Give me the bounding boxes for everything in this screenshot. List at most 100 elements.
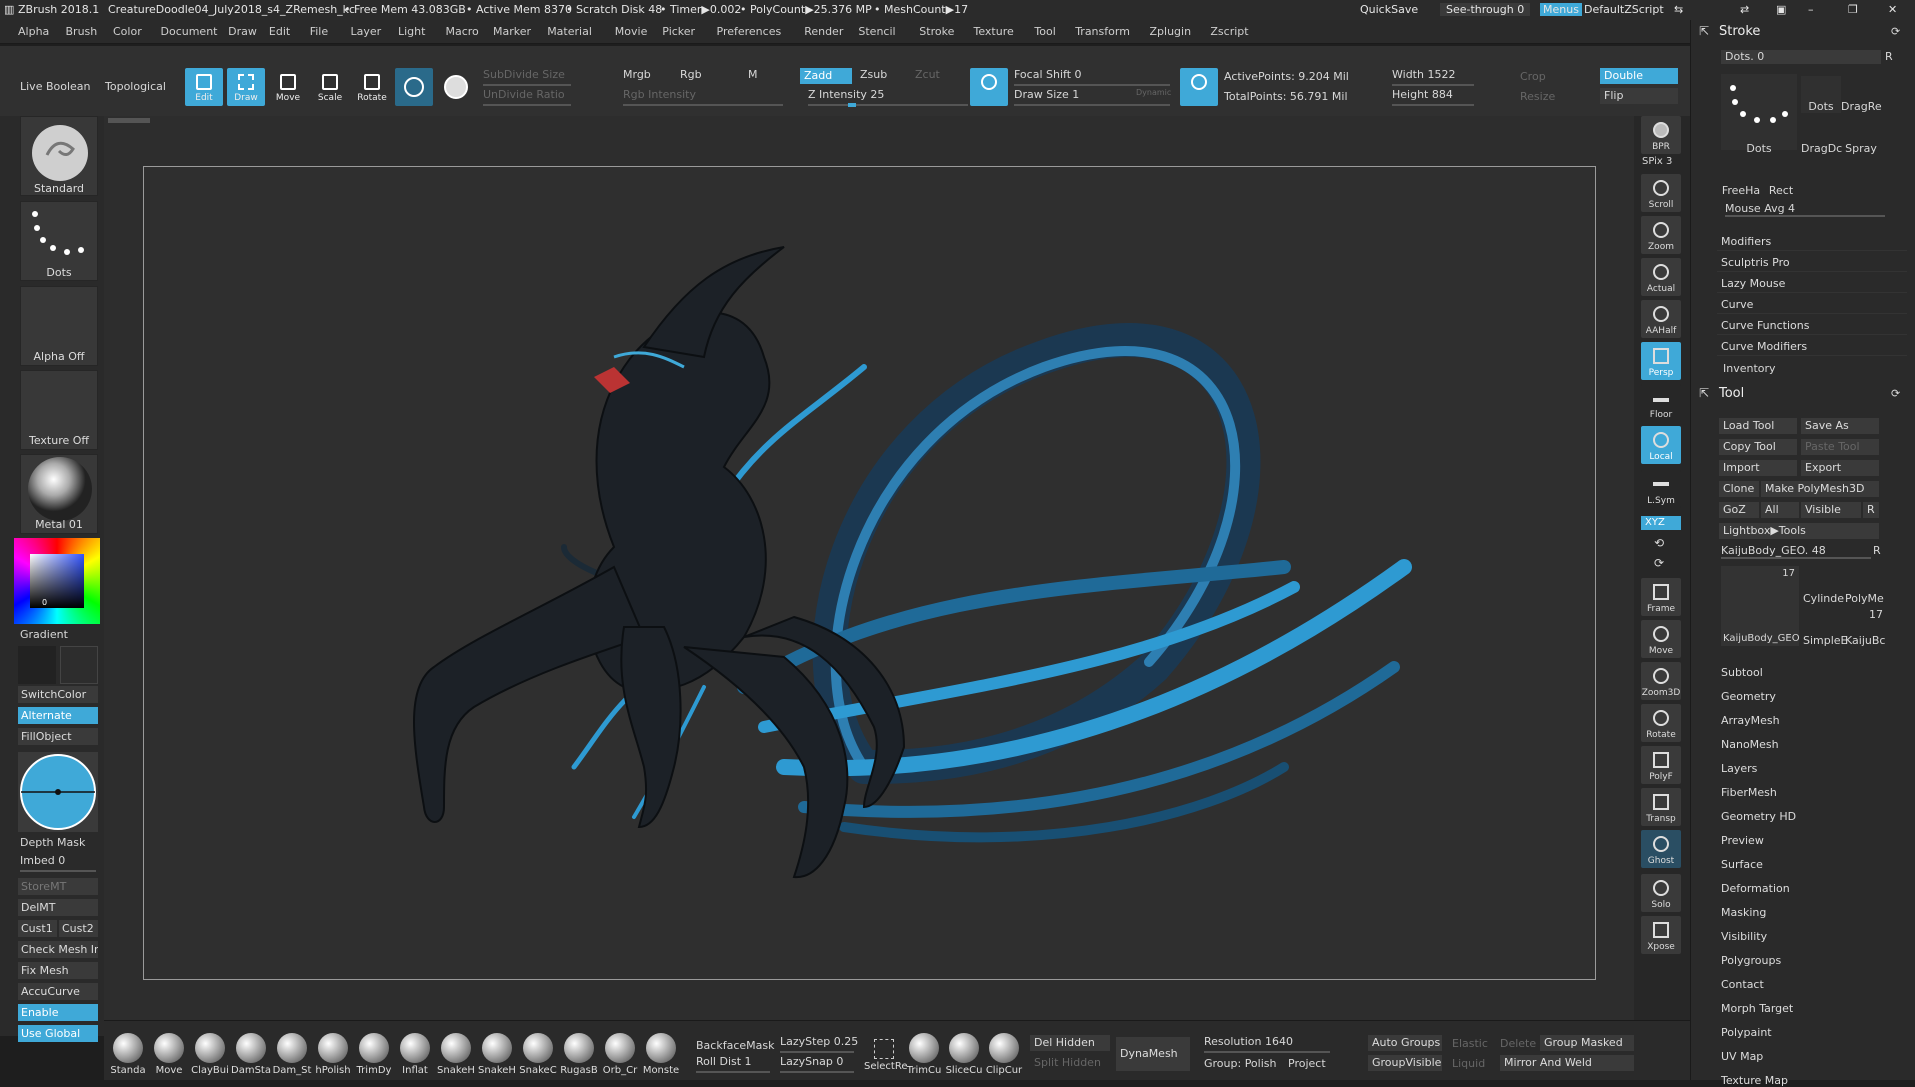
brush-12[interactable]: Orb_Cr	[600, 1033, 640, 1076]
viewport-scroll-handle[interactable]	[108, 118, 150, 123]
menu-zscript[interactable]: Zscript	[1210, 25, 1248, 38]
auto-groups-button[interactable]: Auto Groups	[1368, 1035, 1442, 1051]
layout-icon[interactable]: ⇆	[1674, 3, 1683, 16]
spray-stroke-button[interactable]: Spray	[1841, 118, 1881, 155]
kaijubody-tool[interactable]: KaijuBc	[1845, 634, 1885, 647]
tool-polypaint[interactable]: Polypaint	[1721, 1026, 1772, 1039]
menu-edit[interactable]: Edit	[269, 25, 290, 38]
tool-reset-icon[interactable]: ⟳	[1891, 387, 1900, 400]
minimize-icon[interactable]: –	[1808, 3, 1814, 16]
stroke-preview[interactable]	[1721, 74, 1797, 150]
elastic-button[interactable]: Elastic	[1452, 1037, 1488, 1050]
group-polish-button[interactable]: Group: Polish	[1204, 1057, 1276, 1070]
split-hidden-button[interactable]: Split Hidden	[1030, 1055, 1110, 1071]
goz-all-button[interactable]: All	[1761, 502, 1799, 518]
rect-stroke-button[interactable]: Rect	[1761, 160, 1801, 197]
menu-transform[interactable]: Transform	[1075, 25, 1130, 38]
stroke-curve-modifiers[interactable]: Curve Modifiers	[1717, 337, 1907, 356]
current-tool-thumbnail[interactable]: 17 KaijuBody_GEO	[1721, 566, 1800, 646]
stroke-lazy-mouse[interactable]: Lazy Mouse	[1717, 274, 1907, 293]
height-slider[interactable]: Height 884	[1392, 88, 1474, 106]
dots-r-button[interactable]: R	[1885, 50, 1893, 63]
close-icon[interactable]: ✕	[1888, 3, 1897, 16]
brush-7[interactable]: Inflat	[395, 1033, 435, 1076]
menu-document[interactable]: Document	[161, 25, 218, 38]
focal-shift-slider[interactable]: Focal Shift 0	[1014, 68, 1170, 86]
freehand-stroke-button[interactable]: FreeHa	[1721, 160, 1761, 197]
z-intensity-slider[interactable]: Z Intensity 25	[808, 88, 968, 107]
brush-2[interactable]: ClayBui	[190, 1033, 230, 1076]
frame-button[interactable]: Frame	[1641, 578, 1681, 616]
tool-subtool[interactable]: Subtool	[1721, 666, 1763, 679]
rolldist-slider[interactable]: Roll Dist 1	[696, 1055, 770, 1073]
depth-mask-preview[interactable]	[18, 752, 98, 832]
menu-preferences[interactable]: Preferences	[717, 25, 782, 38]
zcut-button[interactable]: Zcut	[915, 68, 940, 81]
menu-marker[interactable]: Marker	[493, 25, 531, 38]
brush-8[interactable]: SnakeH	[436, 1033, 476, 1076]
polyf-button[interactable]: PolyF	[1641, 746, 1681, 784]
color-picker[interactable]: 0	[14, 538, 100, 624]
mouse-avg-slider[interactable]: Mouse Avg 4	[1725, 202, 1885, 217]
stroke-reset-icon[interactable]: ⟳	[1891, 25, 1900, 38]
fillobject-button[interactable]: FillObject	[18, 728, 98, 745]
xyz-button[interactable]: XYZ	[1641, 516, 1681, 530]
zsub-button[interactable]: Zsub	[860, 68, 887, 81]
tool-texture-map[interactable]: Texture Map	[1721, 1074, 1788, 1087]
liquid-button[interactable]: Liquid	[1452, 1057, 1485, 1070]
stroke-curve-functions[interactable]: Curve Functions	[1717, 316, 1907, 335]
copy-tool-button[interactable]: Copy Tool	[1719, 439, 1797, 455]
secondary-color-swatch[interactable]	[60, 646, 98, 684]
double-button[interactable]: Double	[1600, 68, 1678, 84]
tool-deformation[interactable]: Deformation	[1721, 882, 1790, 895]
move-view-button[interactable]: Move	[1641, 620, 1681, 658]
brush-10[interactable]: SnakeC	[518, 1033, 558, 1076]
rotate-y-icon[interactable]: ⟲	[1654, 536, 1664, 550]
menu-tool[interactable]: Tool	[1034, 25, 1055, 38]
draw-button[interactable]: Draw	[227, 68, 265, 106]
swap-icon[interactable]: ⇄	[1740, 3, 1749, 16]
tool-visibility[interactable]: Visibility	[1721, 930, 1767, 943]
dragdot-stroke-button[interactable]: DragDc	[1801, 118, 1842, 155]
menu-alpha[interactable]: Alpha	[18, 25, 49, 38]
resize-button[interactable]: Resize	[1520, 90, 1555, 103]
default-zscript-button[interactable]: DefaultZScript	[1584, 3, 1664, 16]
lsym-button[interactable]: L.Sym	[1641, 470, 1681, 508]
menu-stencil[interactable]: Stencil	[858, 25, 895, 38]
brush-11[interactable]: RugasB	[559, 1033, 599, 1076]
restore-icon[interactable]: ❐	[1848, 3, 1858, 16]
tool-geometry-hd[interactable]: Geometry HD	[1721, 810, 1796, 823]
zoom3d-button[interactable]: Zoom3D	[1641, 662, 1681, 700]
load-tool-button[interactable]: Load Tool	[1719, 418, 1797, 434]
edit-button[interactable]: Edit	[185, 68, 223, 106]
main-color-swatch[interactable]	[18, 646, 56, 684]
zoom-button[interactable]: Zoom	[1641, 216, 1681, 254]
tool-polygroups[interactable]: Polygroups	[1721, 954, 1781, 967]
stroke-modifiers[interactable]: Modifiers	[1717, 232, 1907, 251]
group-visible-button[interactable]: GroupVisible	[1368, 1055, 1442, 1071]
tool-palette-title[interactable]: Tool	[1719, 386, 1744, 401]
brush-9[interactable]: SnakeH	[477, 1033, 517, 1076]
menu-zplugin[interactable]: Zplugin	[1150, 25, 1192, 38]
stroke-palette-title[interactable]: Stroke	[1719, 24, 1760, 39]
inventory-item[interactable]: Inventory	[1723, 362, 1776, 375]
move-button[interactable]: Move	[269, 68, 307, 106]
solo-button[interactable]: Solo	[1641, 874, 1681, 912]
brush-6[interactable]: TrimDy	[354, 1033, 394, 1076]
brush-1[interactable]: Move	[149, 1033, 189, 1076]
tool-arraymesh[interactable]: ArrayMesh	[1721, 714, 1780, 727]
spix-slider[interactable]: SPix 3	[1642, 156, 1672, 167]
paste-tool-button[interactable]: Paste Tool	[1801, 439, 1879, 455]
delmt-button[interactable]: DelMT	[18, 899, 98, 916]
tool-preview[interactable]: Preview	[1721, 834, 1764, 847]
menu-picker[interactable]: Picker	[662, 25, 695, 38]
tool-geometry[interactable]: Geometry	[1721, 690, 1776, 703]
group-masked-button[interactable]: Group Masked	[1540, 1035, 1634, 1051]
tool-r-button[interactable]: R	[1873, 544, 1881, 557]
menu-render[interactable]: Render	[804, 25, 843, 38]
resolution-slider[interactable]: Resolution 1640	[1204, 1035, 1330, 1053]
stroke-sculptris-pro[interactable]: Sculptris Pro	[1717, 253, 1907, 272]
lazystep-slider[interactable]: LazyStep 0.25	[780, 1035, 858, 1053]
goz-button[interactable]: GoZ	[1719, 502, 1759, 518]
see-through-slider[interactable]: See-through 0	[1440, 3, 1531, 16]
